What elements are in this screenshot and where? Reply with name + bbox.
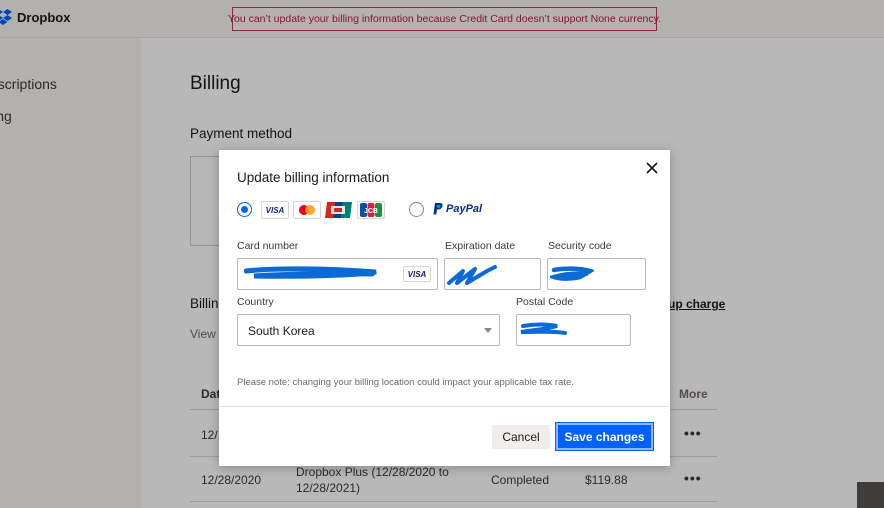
- redaction-mark: [550, 266, 594, 281]
- postal-code-label: Postal Code: [516, 296, 574, 308]
- dialog-title: Update billing information: [237, 170, 390, 185]
- dialog-footer-divider: [219, 406, 670, 407]
- redaction-mark: [520, 322, 567, 335]
- save-changes-button[interactable]: Save changes: [555, 422, 654, 451]
- jcb-icon: JCB: [357, 201, 385, 219]
- radio-paypal[interactable]: [409, 202, 424, 217]
- cancel-button[interactable]: Cancel: [492, 425, 550, 449]
- visa-icon: VISA: [261, 201, 289, 219]
- mastercard-icon: [293, 201, 321, 219]
- paypal-label: PayPal: [446, 203, 483, 215]
- card-number-label: Card number: [237, 240, 299, 252]
- expiration-label: Expiration date: [445, 240, 516, 252]
- redaction-mark: [244, 266, 377, 279]
- expiration-input[interactable]: [444, 258, 541, 290]
- redaction-mark: [447, 265, 497, 285]
- chevron-down-icon: [484, 328, 492, 333]
- close-button[interactable]: [643, 159, 661, 177]
- security-code-label: Security code: [548, 240, 612, 252]
- country-value: South Korea: [248, 324, 315, 338]
- paypal-option: PayPal: [433, 203, 482, 215]
- paypal-icon: [433, 203, 443, 215]
- visa-icon: VISA: [403, 266, 431, 282]
- postal-code-input[interactable]: [516, 314, 631, 346]
- country-label: Country: [237, 296, 274, 308]
- card-number-input[interactable]: VISA: [237, 258, 438, 290]
- security-code-input[interactable]: [547, 258, 646, 290]
- update-billing-dialog: Update billing information VISA JCB PayP…: [219, 150, 670, 466]
- country-select[interactable]: South Korea: [237, 314, 500, 346]
- radio-card[interactable]: [237, 202, 252, 217]
- svg-text:JCB: JCB: [364, 208, 378, 215]
- close-icon: [646, 162, 658, 174]
- unionpay-icon: [325, 201, 353, 219]
- tax-note: Please note: changing your billing locat…: [237, 377, 574, 388]
- corner-widget: [857, 482, 884, 508]
